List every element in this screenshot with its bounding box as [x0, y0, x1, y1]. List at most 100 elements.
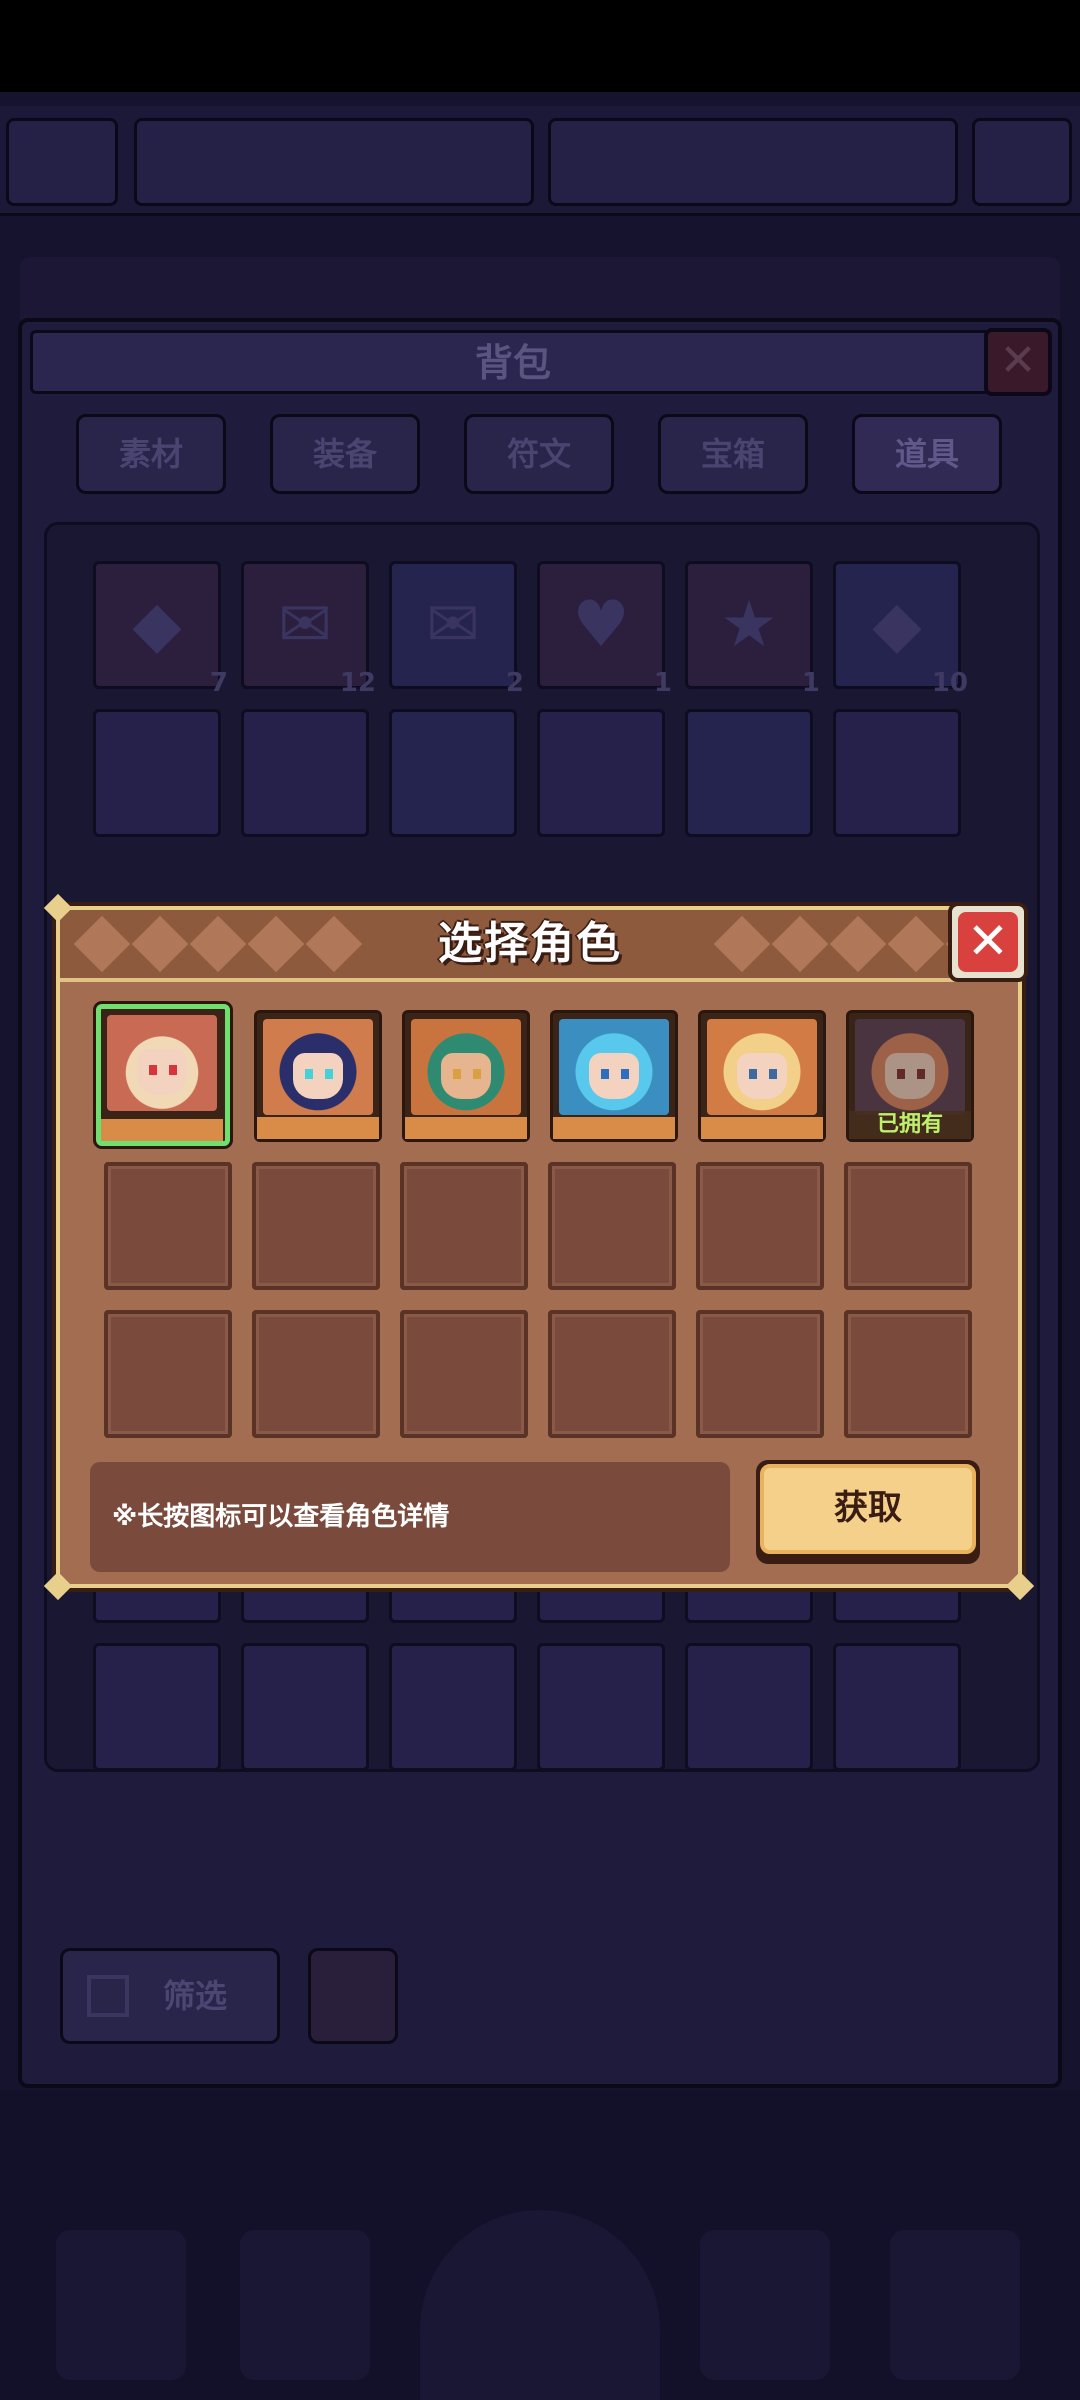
owned-badge: 已拥有: [849, 1111, 971, 1139]
empty-character-slot: [844, 1310, 972, 1438]
portrait-face: [885, 1053, 935, 1099]
portrait-base: [101, 1119, 223, 1141]
tab-chests: 宝箱: [658, 414, 808, 494]
bag-slot: [241, 709, 369, 837]
diamond-decoration: [131, 915, 189, 973]
portrait-eye: [769, 1069, 777, 1079]
tab-equipment: 装备: [270, 414, 420, 494]
character-slot-4[interactable]: [550, 1010, 678, 1142]
modal-header: 选择角色: [60, 910, 1018, 982]
heart-icon: ♥: [572, 588, 630, 662]
tab-materials: 素材: [76, 414, 226, 494]
character-portrait: [707, 1019, 817, 1115]
star-icon: ★: [720, 588, 778, 662]
nav-item: [56, 2230, 186, 2380]
diamond-decoration: [73, 915, 131, 973]
modal-title: 选择角色: [370, 910, 690, 978]
portrait-eye: [149, 1065, 157, 1075]
currency-panel: [548, 118, 958, 206]
character-portrait: [559, 1019, 669, 1115]
empty-character-slot: [548, 1310, 676, 1438]
portrait-face: [737, 1053, 787, 1099]
character-portrait: [411, 1019, 521, 1115]
bag-slot: [93, 709, 221, 837]
character-slot-1[interactable]: [96, 1004, 230, 1146]
portrait-face: [137, 1049, 187, 1095]
bag-slot: [537, 709, 665, 837]
filter-button: 筛选: [60, 1948, 280, 2044]
portrait-eye: [453, 1069, 461, 1079]
obtain-label: 获取: [760, 1464, 976, 1554]
bottom-nav: [0, 2090, 1080, 2400]
bag-slot: [537, 1643, 665, 1771]
grid-icon: [87, 1975, 129, 2017]
diamond-decoration: [771, 915, 829, 973]
diamond-decoration: [713, 915, 771, 973]
portrait-eye: [305, 1069, 313, 1079]
gem-icon: ◆: [132, 588, 182, 662]
portrait-eye: [621, 1069, 629, 1079]
portrait-eye: [749, 1069, 757, 1079]
empty-character-slot: [548, 1162, 676, 1290]
bag-slot: [389, 709, 517, 837]
diamond-decoration: [829, 915, 887, 973]
item-count: 1: [801, 668, 820, 698]
nav-item: [700, 2230, 830, 2380]
empty-character-slot: [696, 1310, 824, 1438]
diamond-decoration: [247, 915, 305, 973]
empty-character-slot: [696, 1162, 824, 1290]
empty-character-slot: [400, 1162, 528, 1290]
character-portrait: [263, 1019, 373, 1115]
diamond-decoration: [305, 915, 363, 973]
portrait-face: [441, 1053, 491, 1099]
nav-item: [240, 2230, 370, 2380]
bag-slot: ✉ 12: [241, 561, 376, 698]
tab-runes: 符文: [464, 414, 614, 494]
hint-box: ※长按图标可以查看角色详情: [90, 1462, 730, 1572]
portrait-base: [553, 1117, 675, 1139]
portrait-eye: [601, 1069, 609, 1079]
avatar: [6, 118, 118, 206]
empty-character-slot: [104, 1162, 232, 1290]
close-button[interactable]: ✕: [948, 902, 1028, 982]
top-resource-bar: [0, 106, 1080, 216]
bag-slot: ◆ 10: [833, 561, 968, 698]
bag-close-icon: ✕: [984, 328, 1052, 396]
character-slot-5[interactable]: [698, 1010, 826, 1142]
portrait-base: [701, 1117, 823, 1139]
portrait-face: [589, 1053, 639, 1099]
portrait-base: [257, 1117, 379, 1139]
filter-label: 筛选: [163, 1977, 228, 2015]
bag-slot: [241, 1643, 369, 1771]
item-count: 10: [931, 668, 968, 698]
bag-slot: ◆ 7: [93, 561, 228, 698]
settings-icon: [972, 118, 1072, 206]
bag-slot: [833, 1643, 961, 1771]
character-slot-3[interactable]: [402, 1010, 530, 1142]
bag-slot: [685, 709, 813, 837]
diamond-decoration: [189, 915, 247, 973]
portrait-face: [293, 1053, 343, 1099]
tab-items: 道具: [852, 414, 1002, 494]
empty-character-slot: [400, 1310, 528, 1438]
character-slot-6[interactable]: 已拥有: [846, 1010, 974, 1142]
bag-slot: ★ 1: [685, 561, 820, 698]
bag-slot: [833, 709, 961, 837]
player-info: [134, 118, 534, 206]
portrait-eye: [897, 1069, 905, 1079]
nav-item-home: [420, 2210, 660, 2400]
bag-slot: ♥ 1: [537, 561, 672, 698]
character-portrait: [855, 1019, 965, 1115]
empty-character-slot: [252, 1310, 380, 1438]
empty-character-slot: [104, 1310, 232, 1438]
obtain-button[interactable]: 获取: [756, 1460, 980, 1564]
letter-icon: ✉: [426, 588, 480, 662]
portrait-eye: [169, 1065, 177, 1075]
empty-character-slot: [252, 1162, 380, 1290]
character-slot-2[interactable]: [254, 1010, 382, 1142]
portrait-base: [405, 1117, 527, 1139]
bag-title-bar: 背包: [30, 330, 990, 394]
hint-text: ※长按图标可以查看角色详情: [112, 1502, 450, 1532]
bag-slot: [685, 1643, 813, 1771]
portrait-eye: [473, 1069, 481, 1079]
